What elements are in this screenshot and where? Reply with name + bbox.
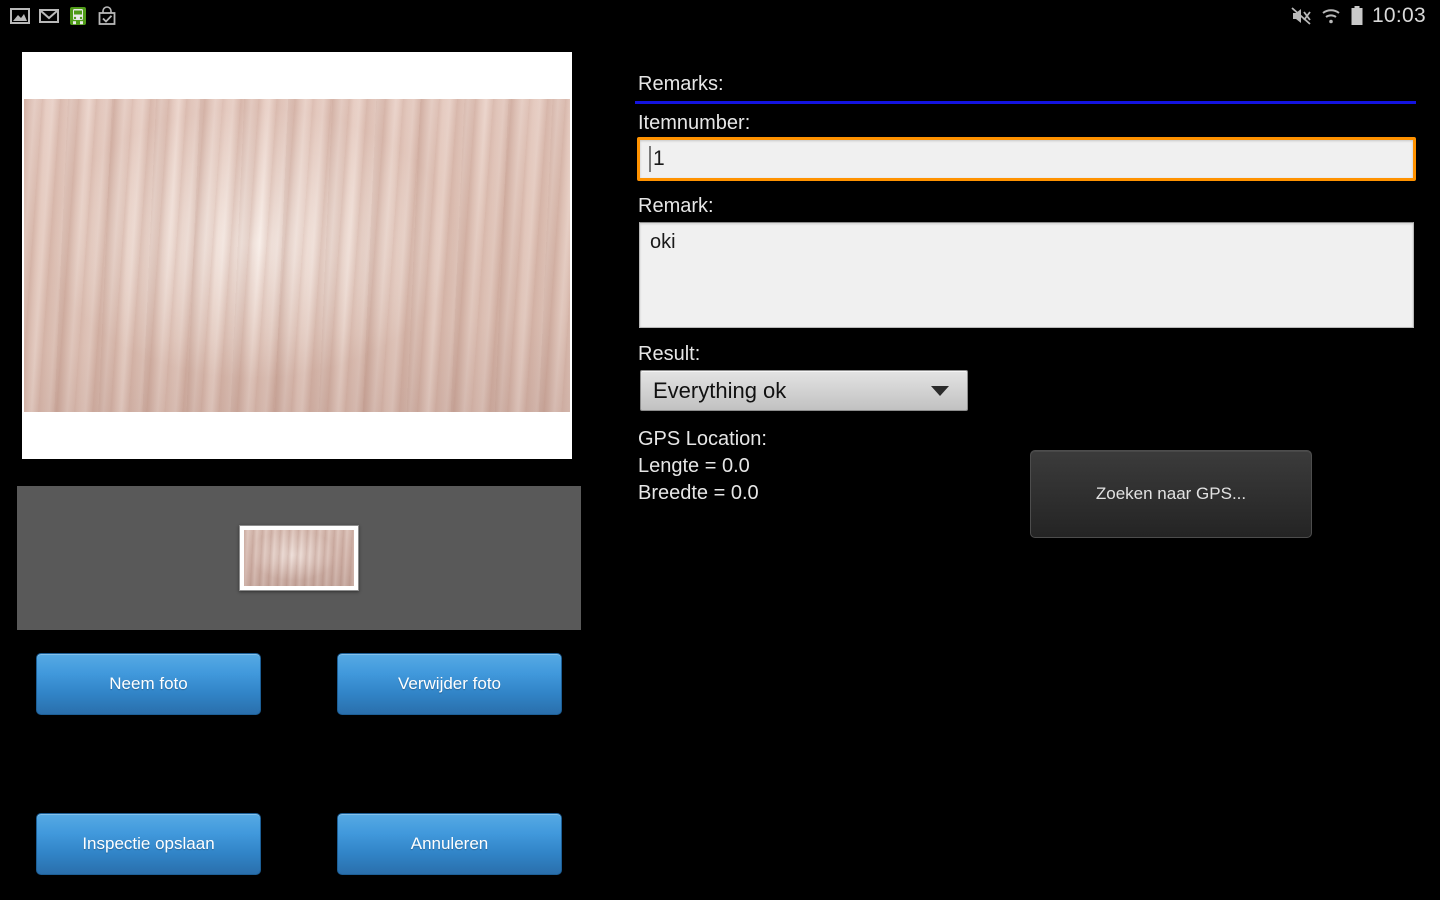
save-inspection-button-label: Inspectie opslaan	[82, 834, 215, 853]
status-bar-clock: 10:03	[1371, 3, 1426, 27]
gps-longitude-value: Lengte = 0.0	[638, 455, 750, 477]
gps-latitude-value: Breedte = 0.0	[638, 482, 759, 504]
cancel-button-label: Annuleren	[410, 834, 489, 853]
remark-label: Remark:	[638, 195, 714, 217]
delete-photo-button[interactable]: Verwijder foto	[337, 653, 562, 715]
delete-photo-button-label: Verwijder foto	[398, 674, 501, 693]
search-gps-button-label: Zoeken naar GPS...	[1095, 484, 1247, 503]
wifi-icon	[1322, 8, 1340, 23]
status-bar-system-icons: 10:03	[1290, 4, 1426, 28]
cancel-button[interactable]: Annuleren	[337, 813, 562, 875]
gallery-icon	[10, 7, 30, 24]
shopping-bag-check-icon	[98, 5, 116, 25]
mail-icon	[39, 8, 59, 23]
remarks-label: Remarks:	[638, 73, 724, 95]
chevron-down-icon	[931, 385, 949, 396]
take-photo-button-label: Neem foto	[109, 674, 188, 693]
status-bar-notification-icons	[10, 5, 117, 26]
result-dropdown-value: Everything ok	[653, 377, 787, 403]
itemnumber-input-value: 1	[653, 147, 665, 170]
photo-gallery-strip[interactable]	[17, 486, 581, 630]
photo-thumbnail-image	[244, 530, 354, 586]
gps-location-title: GPS Location:	[638, 428, 767, 450]
photo-thumbnail[interactable]	[239, 525, 359, 591]
mute-icon	[1291, 6, 1311, 25]
take-photo-button[interactable]: Neem foto	[36, 653, 261, 715]
photo-preview-image	[24, 99, 570, 412]
section-divider	[635, 101, 1416, 104]
itemnumber-input[interactable]: 1	[637, 137, 1416, 181]
gps-location-block: GPS Location: Lengte = 0.0 Breedte = 0.0	[638, 426, 767, 507]
status-bar: 10:03	[0, 0, 1440, 31]
battery-icon	[1351, 5, 1363, 25]
result-dropdown[interactable]: Everything ok	[640, 370, 968, 411]
itemnumber-label: Itemnumber:	[638, 112, 751, 134]
photo-preview-panel[interactable]	[22, 52, 572, 459]
search-gps-button[interactable]: Zoeken naar GPS...	[1030, 450, 1312, 538]
remark-textarea[interactable]: oki	[639, 222, 1414, 328]
train-icon	[70, 6, 86, 25]
text-cursor	[649, 146, 651, 172]
save-inspection-button[interactable]: Inspectie opslaan	[36, 813, 261, 875]
result-label: Result:	[638, 343, 701, 365]
